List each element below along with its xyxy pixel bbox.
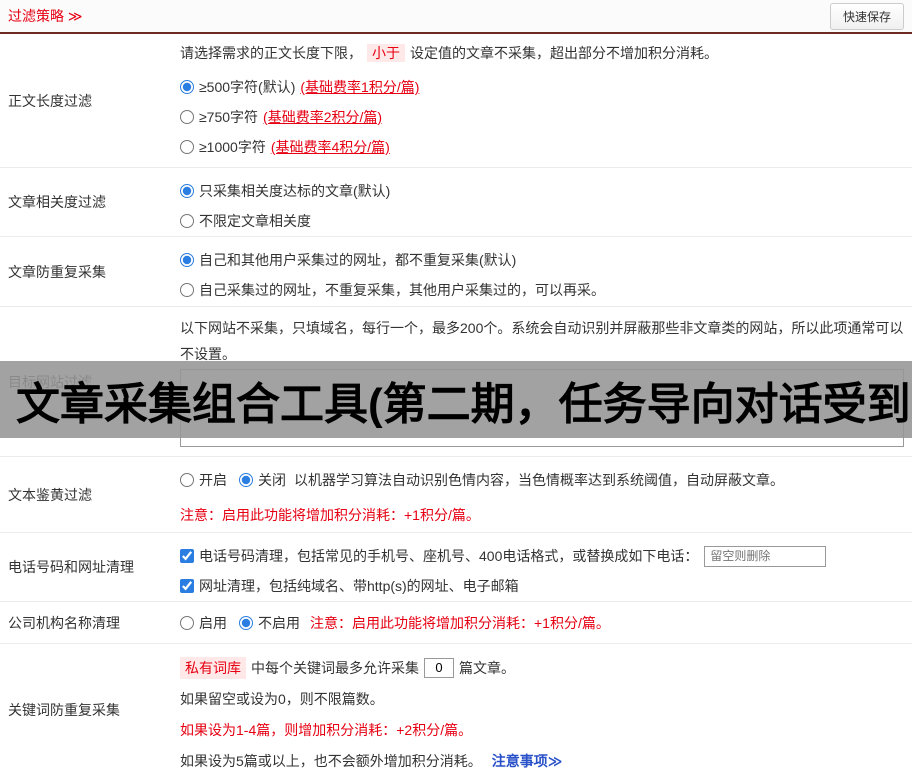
row-porn-filter: 文本鉴黄过滤 开启 关闭 以机器学习算法自动识别色情内容，当色情概率达到系统阈值… [0, 457, 912, 533]
length-fee-link-2[interactable]: (基础费率2积分/篇) [263, 107, 382, 127]
length-intro-highlight: 小于 [367, 44, 405, 62]
dedup-option-global-text: 自己和其他用户采集过的网址，都不重复采集(默认) [199, 252, 517, 268]
dedup-radio-global[interactable] [180, 253, 194, 267]
dedup-option-self: 自己采集过的网址，不重复采集，其他用户采集过的，可以再采。 [180, 275, 904, 305]
row-dedup-filter: 文章防重复采集 自己和其他用户采集过的网址，都不重复采集(默认) 自己采集过的网… [0, 237, 912, 307]
porn-option-off-text: 关闭 [258, 472, 286, 488]
phone-replace-input[interactable] [704, 545, 827, 567]
length-intro-suffix: 设定值的文章不采集，超出部分不增加积分消耗。 [410, 45, 718, 61]
row-length-filter: 正文长度过滤 请选择需求的正文长度下限， 小于 设定值的文章不采集，超出部分不增加积… [0, 34, 912, 168]
length-radio-1000[interactable] [180, 140, 194, 154]
row-phone-url-clean: 电话号码和网址清理 电话号码清理，包括常见的手机号、座机号、400电话格式，或替… [0, 533, 912, 602]
site-filter-intro: 以下网站不采集，只填域名，每行一个，最多200个。系统会自动识别并屏蔽那些非文章… [180, 320, 904, 362]
porn-radio-off[interactable] [239, 473, 253, 487]
row-company-clean: 公司机构名称清理 启用 不启用 注意：启用此功能将增加积分消耗：+1积分/篇。 [0, 602, 912, 644]
length-intro-prefix: 请选择需求的正文长度下限， [180, 45, 362, 61]
url-clean-checkbox[interactable] [180, 579, 194, 593]
keyword-limit-line: 私有词库 中每个关键词最多允许采集 篇文章。 [180, 652, 904, 683]
keyword-limit-mid-text: 中每个关键词最多允许采集 [251, 659, 419, 676]
page-title[interactable]: 过滤策略 ≫ [8, 6, 83, 26]
relevance-option-strict: 只采集相关度达标的文章(默认) [180, 176, 904, 206]
row-keyword-dedup: 关键词防重复采集 私有词库 中每个关键词最多允许采集 篇文章。 如果留空或设为0… [0, 644, 912, 768]
porn-option-on-text: 开启 [199, 472, 227, 488]
relevance-option-any-text: 不限定文章相关度 [199, 213, 311, 229]
porn-filter-options: 开启 关闭 以机器学习算法自动识别色情内容，当色情概率达到系统阈值，自动屏蔽文章… [180, 465, 904, 495]
keyword-limit-suffix-text: 篇文章。 [459, 659, 515, 676]
relevance-radio-strict[interactable] [180, 184, 194, 198]
keyword-dedup-label: 关键词防重复采集 [8, 702, 120, 718]
relevance-option-any: 不限定文章相关度 [180, 206, 904, 236]
length-option-1000: ≥1000字符 (基础费率4积分/篇) [180, 132, 904, 162]
phone-clean-option: 电话号码清理，包括常见的手机号、座机号、400电话格式，或替换成如下电话： [180, 541, 904, 571]
length-filter-intro: 请选择需求的正文长度下限， 小于 设定值的文章不采集，超出部分不增加积分消耗。 [180, 42, 904, 64]
length-filter-label: 正文长度过滤 [8, 92, 92, 109]
porn-filter-label: 文本鉴黄过滤 [8, 486, 92, 503]
keyword-limit-input[interactable] [424, 657, 454, 678]
phone-clean-text: 电话号码清理，包括常见的手机号、座机号、400电话格式，或替换成如下电话： [199, 548, 699, 564]
url-clean-option: 网址清理，包括纯域名、带http(s)的网址、电子邮箱 [180, 571, 904, 601]
quick-save-button[interactable]: 快速保存 [829, 2, 904, 30]
length-radio-500[interactable] [180, 80, 194, 94]
porn-filter-description: 以机器学习算法自动识别色情内容，当色情概率达到系统阈值，自动屏蔽文章。 [294, 472, 784, 488]
company-option-on-text: 启用 [199, 614, 227, 631]
porn-filter-note: 注意：启用此功能将增加积分消耗：+1积分/篇。 [180, 507, 480, 523]
length-option-1000-text: ≥1000字符 [199, 139, 266, 155]
company-radio-on[interactable] [180, 615, 194, 630]
length-fee-link-1[interactable]: (基础费率1积分/篇) [300, 77, 419, 97]
keyword-note-zero: 如果留空或设为0，则不限篇数。 [180, 690, 384, 707]
relevance-radio-any[interactable] [180, 214, 194, 228]
relevance-option-strict-text: 只采集相关度达标的文章(默认) [199, 183, 391, 199]
length-option-500: ≥500字符(默认) (基础费率1积分/篇) [180, 72, 904, 102]
dedup-option-global: 自己和其他用户采集过的网址，都不重复采集(默认) [180, 245, 904, 275]
keyword-note-5plus-text: 如果设为5篇或以上，也不会额外增加积分消耗。 [180, 752, 482, 768]
length-fee-link-3[interactable]: (基础费率4积分/篇) [271, 137, 390, 157]
watermark-overlay-text: 文章采集组合工具(第二期，任务导向对话受到 [16, 379, 911, 429]
porn-radio-on[interactable] [180, 473, 194, 487]
dedup-radio-self[interactable] [180, 283, 194, 297]
company-clean-label: 公司机构名称清理 [8, 614, 120, 631]
length-radio-750[interactable] [180, 110, 194, 124]
keyword-note-5plus: 如果设为5篇或以上，也不会额外增加积分消耗。 注意事项≫ [180, 745, 904, 768]
filter-strategy-page: 过滤策略 ≫ 快速保存 正文长度过滤 请选择需求的正文长度下限， 小于 设定值的文章… [0, 0, 912, 768]
notice-link[interactable]: 注意事项≫ [492, 751, 563, 768]
length-option-750: ≥750字符 (基础费率2积分/篇) [180, 102, 904, 132]
url-clean-text: 网址清理，包括纯域名、带http(s)的网址、电子邮箱 [199, 578, 519, 594]
length-option-750-text: ≥750字符 [199, 109, 259, 125]
relevance-filter-label: 文章相关度过滤 [8, 194, 106, 210]
private-lexicon-tag: 私有词库 [180, 656, 246, 679]
phone-clean-checkbox[interactable] [180, 549, 194, 563]
phone-url-clean-label: 电话号码和网址清理 [8, 559, 134, 575]
row-relevance-filter: 文章相关度过滤 只采集相关度达标的文章(默认) 不限定文章相关度 [0, 168, 912, 237]
company-radio-off[interactable] [239, 615, 253, 630]
dedup-filter-label: 文章防重复采集 [8, 263, 106, 280]
dedup-option-self-text: 自己采集过的网址，不重复采集，其他用户采集过的，可以再采。 [199, 282, 605, 298]
watermark-overlay-banner: 文章采集组合工具(第二期，任务导向对话受到 [0, 361, 912, 438]
keyword-note-1-4: 如果设为1-4篇，则增加积分消耗：+2积分/篇。 [180, 721, 473, 738]
header-bar: 过滤策略 ≫ 快速保存 [0, 0, 912, 34]
company-clean-note: 注意：启用此功能将增加积分消耗：+1积分/篇。 [310, 614, 610, 631]
company-option-off-text: 不启用 [258, 614, 300, 631]
length-option-500-text: ≥500字符(默认) [199, 79, 296, 95]
